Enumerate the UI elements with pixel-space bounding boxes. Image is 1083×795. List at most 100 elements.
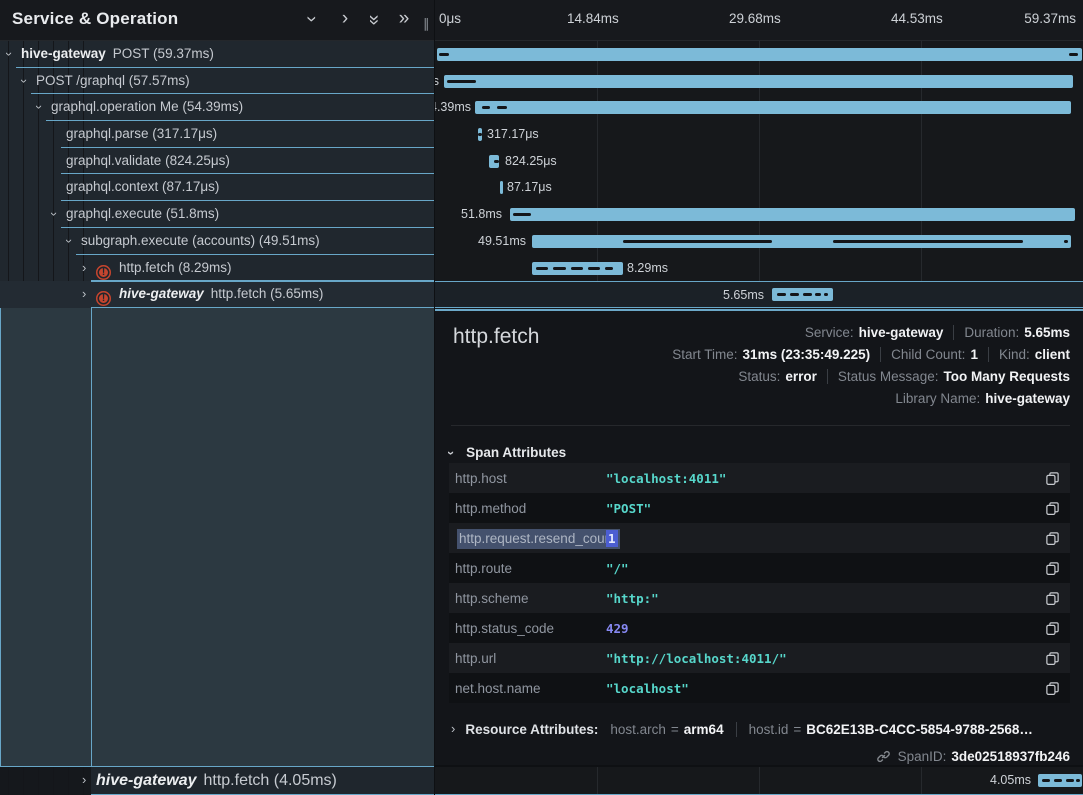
span-attributes-table: http.host "localhost:4011" http.method "…: [449, 463, 1070, 703]
span-label: http.fetch (8.29ms): [119, 260, 232, 275]
span-bar[interactable]: [1038, 774, 1082, 787]
grid-line: [759, 767, 760, 795]
copy-icon: [1045, 561, 1060, 576]
panel-resize-handle[interactable]: ∥: [423, 16, 431, 32]
tree-row-http-fetch-4ms[interactable]: › hive-gatewayhttp.fetch (4.05ms): [0, 767, 434, 795]
resource-attributes-title: Resource Attributes:: [465, 722, 598, 737]
attribute-value: "http://localhost:4011/": [606, 651, 787, 666]
resource-attributes-row[interactable]: › Resource Attributes: host.arch = arm64…: [451, 718, 1074, 740]
selected-row-top-border: [91, 281, 434, 282]
attribute-row[interactable]: http.route "/": [449, 553, 1070, 583]
attribute-row[interactable]: http.scheme "http:": [449, 583, 1070, 613]
tree-row-hive-gateway-post[interactable]: › hive-gatewayPOST (59.37ms): [0, 41, 434, 68]
span-bar[interactable]: [444, 75, 1073, 88]
copy-button[interactable]: [1045, 501, 1060, 516]
chevron-right-icon[interactable]: ›: [82, 767, 86, 793]
span-label: graphql.operation Me (54.39ms): [51, 99, 243, 114]
chevron-down-icon[interactable]: ›: [22, 68, 26, 94]
duration-label: 4.05ms: [990, 767, 1031, 794]
collapse-one-icon[interactable]: ›: [300, 8, 322, 30]
tree-row-graphql-validate[interactable]: graphql.validate (824.25μs): [0, 148, 434, 175]
timeline-bar-row-post[interactable]: [435, 41, 1083, 68]
chevron-down-icon[interactable]: ›: [52, 201, 56, 227]
chevron-right-icon[interactable]: ›: [82, 255, 86, 281]
start-time-label: Start Time:: [672, 347, 737, 362]
library-name-label: Library Name:: [895, 391, 980, 406]
duration-label: 54.39ms: [435, 94, 471, 121]
span-bar[interactable]: [772, 288, 833, 301]
error-icon: !: [96, 265, 111, 280]
span-bar[interactable]: [532, 262, 623, 275]
start-time-value: 31ms (23:35:49.225): [743, 347, 871, 362]
tree-row-subgraph-execute[interactable]: › subgraph.execute (accounts) (49.51ms): [0, 228, 434, 255]
chevron-down-icon[interactable]: ›: [7, 41, 11, 67]
attribute-value: "localhost:4011": [606, 471, 726, 486]
timeline-bar-row-http-fetch-5ms-selected[interactable]: 5.65ms: [435, 281, 1083, 308]
kind-label: Kind:: [999, 347, 1030, 362]
copy-button[interactable]: [1045, 651, 1060, 666]
attribute-row[interactable]: http.method "POST": [449, 493, 1070, 523]
tree-row-http-fetch-5ms-selected[interactable]: › !hive-gatewayhttp.fetch (5.65ms): [0, 281, 434, 308]
duration-value: 5.65ms: [1024, 325, 1070, 340]
status-label: Status:: [738, 369, 780, 384]
duration-label: 8.29ms: [627, 255, 668, 282]
expand-all-icon[interactable]: »: [392, 8, 414, 30]
copy-button[interactable]: [1045, 471, 1060, 486]
attribute-key: http.url: [455, 651, 606, 666]
detail-divider: [451, 425, 1070, 426]
status-message-value: Too Many Requests: [943, 369, 1070, 384]
chevron-down-icon[interactable]: ›: [67, 228, 71, 254]
timeline-bar-row-graphql-operation[interactable]: 54.39ms: [435, 94, 1083, 121]
tree-row-graphql-execute[interactable]: › graphql.execute (51.8ms): [0, 201, 434, 228]
collapse-all-icon[interactable]: »: [362, 8, 384, 30]
link-icon[interactable]: [876, 749, 891, 764]
copy-icon: [1045, 531, 1060, 546]
span-bar[interactable]: [437, 48, 1082, 61]
timeline-bar-row-http-fetch-8ms[interactable]: 8.29ms: [435, 255, 1083, 282]
attribute-row[interactable]: http.url "http://localhost:4011/": [449, 643, 1070, 673]
copy-button[interactable]: [1045, 591, 1060, 606]
span-bar[interactable]: [475, 101, 1071, 114]
copy-icon: [1045, 621, 1060, 636]
span-label: http.fetch (4.05ms): [203, 772, 336, 789]
expand-one-icon[interactable]: ›: [334, 8, 356, 30]
tree-row-graphql-operation[interactable]: › graphql.operation Me (54.39ms): [0, 94, 434, 121]
tree-row-graphql-context[interactable]: graphql.context (87.17μs): [0, 174, 434, 201]
span-bar[interactable]: [478, 128, 482, 141]
span-bar[interactable]: [532, 235, 1071, 248]
timeline-bar-row-graphql-execute[interactable]: 51.8ms: [435, 201, 1083, 228]
trace-viewer: Service & Operation › › » » ∥ › hive-gat…: [0, 0, 1083, 795]
span-bar[interactable]: [500, 181, 503, 194]
duration-label: 87.17μs: [507, 174, 552, 201]
copy-icon: [1045, 651, 1060, 666]
chevron-right-icon[interactable]: ›: [82, 281, 86, 307]
grid-line: [597, 767, 598, 795]
attribute-row[interactable]: net.host.name "localhost": [449, 673, 1070, 703]
tree-row-post-graphql[interactable]: › POST /graphql (57.57ms): [0, 68, 434, 95]
timeline-bar-row-graphql-context[interactable]: 87.17μs: [435, 174, 1083, 201]
span-label: graphql.parse (317.17μs): [66, 126, 217, 141]
tree-header: Service & Operation › › » » ∥: [0, 0, 434, 41]
span-bar[interactable]: [489, 155, 499, 168]
timeline-bar-row-subgraph-execute[interactable]: 49.51ms: [435, 228, 1083, 255]
attribute-row-selected[interactable]: http.request.resend_count 1: [449, 523, 1070, 553]
attribute-row[interactable]: http.host "localhost:4011": [449, 463, 1070, 493]
timeline-bottom-strip: 4.05ms: [435, 767, 1083, 795]
chevron-down-icon[interactable]: ›: [37, 94, 41, 120]
tick-4: 59.37ms: [1024, 11, 1076, 26]
copy-button[interactable]: [1045, 531, 1060, 546]
tree-row-graphql-parse[interactable]: graphql.parse (317.17μs): [0, 121, 434, 148]
copy-button[interactable]: [1045, 561, 1060, 576]
timeline-bar-row-graphql-validate[interactable]: 824.25μs: [435, 148, 1083, 175]
timeline-bar-row-post-graphql[interactable]: 57.57ms: [435, 68, 1083, 95]
copy-button[interactable]: [1045, 681, 1060, 696]
chevron-down-icon: ›: [449, 445, 453, 460]
tree-row-http-fetch-8ms[interactable]: › ! http.fetch (8.29ms): [0, 255, 434, 282]
duration-label: 824.25μs: [505, 148, 557, 175]
attribute-value: 1: [606, 530, 618, 547]
span-bar[interactable]: [510, 208, 1075, 221]
timeline-bar-row-graphql-parse[interactable]: 317.17μs: [435, 121, 1083, 148]
span-label: http.fetch (5.65ms): [211, 286, 324, 301]
copy-button[interactable]: [1045, 621, 1060, 636]
attribute-row[interactable]: http.status_code 429: [449, 613, 1070, 643]
